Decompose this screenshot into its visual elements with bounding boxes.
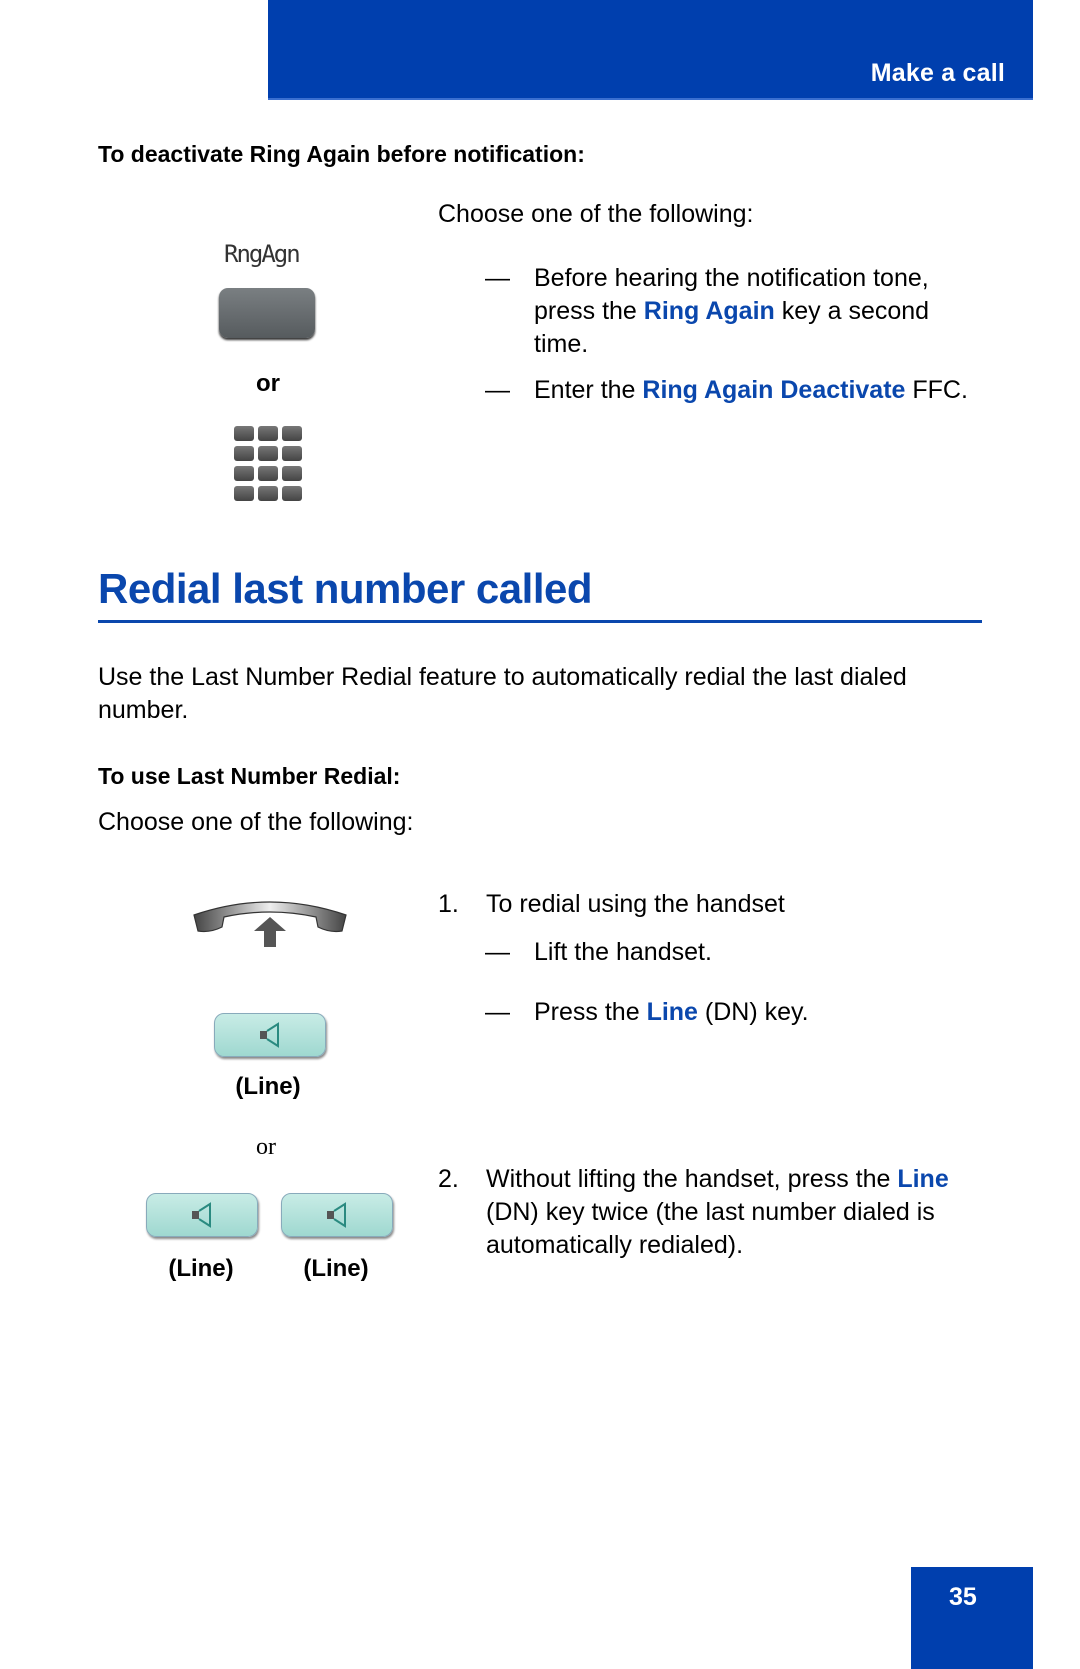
ring-again-key-ref: Ring Again [643, 297, 775, 325]
speaker-icon [327, 1202, 346, 1228]
line-key-button[interactable] [214, 1013, 326, 1057]
line-key-button-first[interactable] [146, 1193, 258, 1237]
or-label: or [256, 370, 280, 397]
line-key-caption-second: (Line) [303, 1255, 369, 1282]
step-number: 2. [438, 1165, 459, 1193]
line-key-ref: Line [897, 1165, 949, 1193]
dash: — [485, 998, 510, 1026]
deactivate-intro: Choose one of the following: [438, 200, 754, 228]
section-divider [98, 620, 982, 623]
lift-handset-icon [190, 895, 350, 952]
substep-2: — Press the Line (DN) key. [485, 996, 985, 1029]
step-text: To redial using the handset [486, 890, 785, 918]
ring-again-softkey-icon [219, 288, 315, 338]
ring-again-deactivate-ref: Ring Again Deactivate [642, 376, 906, 404]
chapter-title: Make a call [870, 59, 1005, 87]
dash: — [485, 264, 510, 292]
page-number: 35 [949, 1583, 977, 1611]
speaker-icon [192, 1202, 211, 1228]
speaker-icon [260, 1022, 279, 1048]
step-1: 1. To redial using the handset [438, 888, 978, 921]
line-key-button-second[interactable] [281, 1193, 393, 1237]
redial-subheading: To use Last Number Redial: [98, 763, 401, 789]
redial-intro: Choose one of the following: [98, 808, 414, 836]
deactivate-option-2: — Enter the Ring Again Deactivate FFC. [485, 374, 985, 407]
section-title: Redial last number called [98, 565, 593, 612]
substep-1: — Lift the handset. [485, 936, 985, 969]
line-key-caption: (Line) [235, 1073, 301, 1100]
line-key-caption-first: (Line) [168, 1255, 234, 1282]
section-description: Use the Last Number Redial feature to au… [98, 663, 907, 724]
dash: — [485, 376, 510, 404]
dash: — [485, 938, 510, 966]
deactivate-option-1: — Before hearing the notification tone, … [485, 262, 985, 361]
dialpad-icon [234, 426, 302, 501]
page-number-box: 35 [911, 1567, 1033, 1669]
step-2: 2. Without lifting the handset, press th… [438, 1163, 958, 1262]
header-bar: Make a call [268, 0, 1033, 100]
softkey-display-label: RngAgn [224, 240, 301, 268]
step-number: 1. [438, 890, 459, 918]
or-label: or [256, 1134, 276, 1160]
line-key-ref: Line [646, 998, 698, 1026]
deactivate-heading: To deactivate Ring Again before notifica… [98, 141, 585, 167]
